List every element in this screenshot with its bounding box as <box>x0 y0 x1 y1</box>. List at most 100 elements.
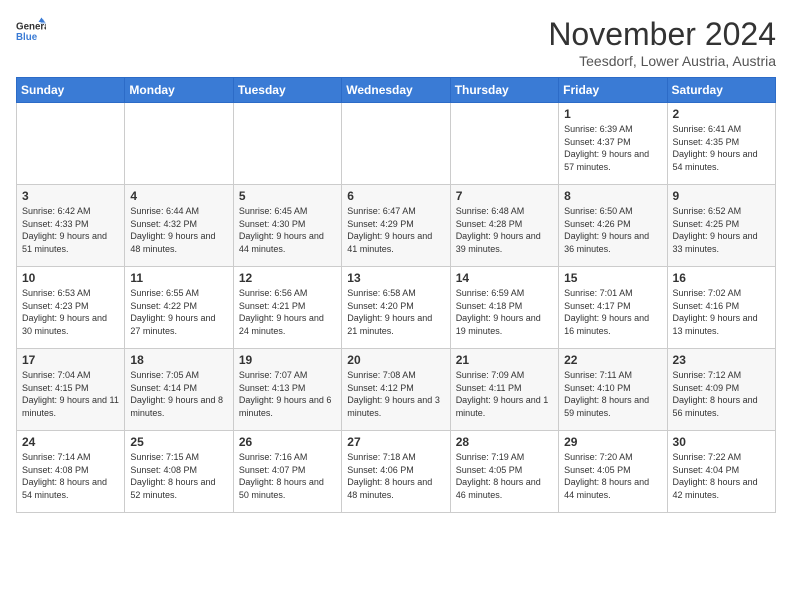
calendar-cell: 23 Sunrise: 7:12 AM Sunset: 4:09 PM Dayli… <box>667 349 775 431</box>
day-number: 20 <box>347 353 444 367</box>
calendar-cell: 20 Sunrise: 7:08 AM Sunset: 4:12 PM Dayli… <box>342 349 450 431</box>
day-info: Sunrise: 6:44 AM Sunset: 4:32 PM Dayligh… <box>130 205 227 255</box>
day-info: Sunrise: 6:56 AM Sunset: 4:21 PM Dayligh… <box>239 287 336 337</box>
weekday-header-tuesday: Tuesday <box>233 78 341 103</box>
day-info: Sunrise: 7:22 AM Sunset: 4:04 PM Dayligh… <box>673 451 770 501</box>
day-info: Sunrise: 6:59 AM Sunset: 4:18 PM Dayligh… <box>456 287 553 337</box>
day-info: Sunrise: 6:50 AM Sunset: 4:26 PM Dayligh… <box>564 205 661 255</box>
day-number: 4 <box>130 189 227 203</box>
calendar-cell: 10Sunrise: 6:53 AM Sunset: 4:23 PM Dayli… <box>17 267 125 349</box>
day-number: 19 <box>239 353 336 367</box>
calendar-cell: 24 Sunrise: 7:14 AM Sunset: 4:08 PM Dayli… <box>17 431 125 513</box>
calendar-cell: 16 Sunrise: 7:02 AM Sunset: 4:16 PM Dayli… <box>667 267 775 349</box>
calendar-cell: 22 Sunrise: 7:11 AM Sunset: 4:10 PM Dayli… <box>559 349 667 431</box>
day-number: 5 <box>239 189 336 203</box>
weekday-header-thursday: Thursday <box>450 78 558 103</box>
svg-text:Blue: Blue <box>16 32 38 43</box>
day-number: 25 <box>130 435 227 449</box>
weekday-header-wednesday: Wednesday <box>342 78 450 103</box>
calendar-cell: 7Sunrise: 6:48 AM Sunset: 4:28 PM Daylig… <box>450 185 558 267</box>
week-row-3: 10Sunrise: 6:53 AM Sunset: 4:23 PM Dayli… <box>17 267 776 349</box>
day-info: Sunrise: 6:58 AM Sunset: 4:20 PM Dayligh… <box>347 287 444 337</box>
day-number: 18 <box>130 353 227 367</box>
weekday-header-row: SundayMondayTuesdayWednesdayThursdayFrid… <box>17 78 776 103</box>
day-number: 10 <box>22 271 119 285</box>
calendar-cell: 27 Sunrise: 7:18 AM Sunset: 4:06 PM Dayli… <box>342 431 450 513</box>
calendar-cell: 6Sunrise: 6:47 AM Sunset: 4:29 PM Daylig… <box>342 185 450 267</box>
day-number: 30 <box>673 435 770 449</box>
day-info: Sunrise: 7:07 AM Sunset: 4:13 PM Dayligh… <box>239 369 336 419</box>
day-info: Sunrise: 7:19 AM Sunset: 4:05 PM Dayligh… <box>456 451 553 501</box>
day-info: Sunrise: 6:42 AM Sunset: 4:33 PM Dayligh… <box>22 205 119 255</box>
calendar-cell: 5Sunrise: 6:45 AM Sunset: 4:30 PM Daylig… <box>233 185 341 267</box>
day-info: Sunrise: 7:08 AM Sunset: 4:12 PM Dayligh… <box>347 369 444 419</box>
day-number: 16 <box>673 271 770 285</box>
calendar-cell: 18 Sunrise: 7:05 AM Sunset: 4:14 PM Dayli… <box>125 349 233 431</box>
week-row-1: 1 Sunrise: 6:39 AM Sunset: 4:37 PM Daylig… <box>17 103 776 185</box>
calendar-cell <box>342 103 450 185</box>
weekday-header-sunday: Sunday <box>17 78 125 103</box>
calendar-cell <box>450 103 558 185</box>
day-number: 28 <box>456 435 553 449</box>
title-block: November 2024 Teesdorf, Lower Austria, A… <box>548 16 776 69</box>
calendar-cell: 11 Sunrise: 6:55 AM Sunset: 4:22 PM Dayli… <box>125 267 233 349</box>
day-info: Sunrise: 7:11 AM Sunset: 4:10 PM Dayligh… <box>564 369 661 419</box>
day-number: 11 <box>130 271 227 285</box>
day-info: Sunrise: 7:12 AM Sunset: 4:09 PM Dayligh… <box>673 369 770 419</box>
calendar-cell: 30 Sunrise: 7:22 AM Sunset: 4:04 PM Dayli… <box>667 431 775 513</box>
day-number: 27 <box>347 435 444 449</box>
day-info: Sunrise: 6:52 AM Sunset: 4:25 PM Dayligh… <box>673 205 770 255</box>
location: Teesdorf, Lower Austria, Austria <box>548 53 776 69</box>
day-number: 1 <box>564 107 661 121</box>
day-number: 17 <box>22 353 119 367</box>
calendar-cell: 14 Sunrise: 6:59 AM Sunset: 4:18 PM Dayli… <box>450 267 558 349</box>
month-title: November 2024 <box>548 16 776 53</box>
day-info: Sunrise: 7:14 AM Sunset: 4:08 PM Dayligh… <box>22 451 119 501</box>
calendar-cell: 21Sunrise: 7:09 AM Sunset: 4:11 PM Dayli… <box>450 349 558 431</box>
calendar-cell: 28 Sunrise: 7:19 AM Sunset: 4:05 PM Dayli… <box>450 431 558 513</box>
day-info: Sunrise: 7:18 AM Sunset: 4:06 PM Dayligh… <box>347 451 444 501</box>
day-number: 14 <box>456 271 553 285</box>
calendar-cell: 25 Sunrise: 7:15 AM Sunset: 4:08 PM Dayli… <box>125 431 233 513</box>
calendar-cell: 13Sunrise: 6:58 AM Sunset: 4:20 PM Dayli… <box>342 267 450 349</box>
weekday-header-monday: Monday <box>125 78 233 103</box>
day-info: Sunrise: 6:39 AM Sunset: 4:37 PM Dayligh… <box>564 123 661 173</box>
calendar-cell: 4 Sunrise: 6:44 AM Sunset: 4:32 PM Daylig… <box>125 185 233 267</box>
day-info: Sunrise: 7:16 AM Sunset: 4:07 PM Dayligh… <box>239 451 336 501</box>
day-info: Sunrise: 7:15 AM Sunset: 4:08 PM Dayligh… <box>130 451 227 501</box>
day-info: Sunrise: 6:48 AM Sunset: 4:28 PM Dayligh… <box>456 205 553 255</box>
day-info: Sunrise: 7:02 AM Sunset: 4:16 PM Dayligh… <box>673 287 770 337</box>
calendar-cell: 12 Sunrise: 6:56 AM Sunset: 4:21 PM Dayli… <box>233 267 341 349</box>
calendar-cell <box>125 103 233 185</box>
calendar-cell: 26Sunrise: 7:16 AM Sunset: 4:07 PM Dayli… <box>233 431 341 513</box>
week-row-5: 24 Sunrise: 7:14 AM Sunset: 4:08 PM Dayli… <box>17 431 776 513</box>
day-number: 12 <box>239 271 336 285</box>
day-number: 2 <box>673 107 770 121</box>
calendar-cell: 17Sunrise: 7:04 AM Sunset: 4:15 PM Dayli… <box>17 349 125 431</box>
weekday-header-friday: Friday <box>559 78 667 103</box>
day-info: Sunrise: 7:01 AM Sunset: 4:17 PM Dayligh… <box>564 287 661 337</box>
day-info: Sunrise: 6:47 AM Sunset: 4:29 PM Dayligh… <box>347 205 444 255</box>
calendar-cell: 29Sunrise: 7:20 AM Sunset: 4:05 PM Dayli… <box>559 431 667 513</box>
calendar-cell: 2Sunrise: 6:41 AM Sunset: 4:35 PM Daylig… <box>667 103 775 185</box>
calendar-table: SundayMondayTuesdayWednesdayThursdayFrid… <box>16 77 776 513</box>
weekday-header-saturday: Saturday <box>667 78 775 103</box>
calendar-cell: 15Sunrise: 7:01 AM Sunset: 4:17 PM Dayli… <box>559 267 667 349</box>
calendar-cell: 1 Sunrise: 6:39 AM Sunset: 4:37 PM Daylig… <box>559 103 667 185</box>
logo: General Blue <box>16 16 46 46</box>
header: General Blue November 2024 Teesdorf, Low… <box>16 16 776 69</box>
week-row-4: 17Sunrise: 7:04 AM Sunset: 4:15 PM Dayli… <box>17 349 776 431</box>
calendar-cell <box>17 103 125 185</box>
day-number: 21 <box>456 353 553 367</box>
day-info: Sunrise: 7:05 AM Sunset: 4:14 PM Dayligh… <box>130 369 227 419</box>
calendar-cell: 19 Sunrise: 7:07 AM Sunset: 4:13 PM Dayli… <box>233 349 341 431</box>
calendar-cell: 9Sunrise: 6:52 AM Sunset: 4:25 PM Daylig… <box>667 185 775 267</box>
day-number: 23 <box>673 353 770 367</box>
day-info: Sunrise: 7:20 AM Sunset: 4:05 PM Dayligh… <box>564 451 661 501</box>
day-number: 22 <box>564 353 661 367</box>
day-number: 3 <box>22 189 119 203</box>
page-container: General Blue November 2024 Teesdorf, Low… <box>0 0 792 521</box>
day-number: 24 <box>22 435 119 449</box>
calendar-cell: 8Sunrise: 6:50 AM Sunset: 4:26 PM Daylig… <box>559 185 667 267</box>
day-info: Sunrise: 6:55 AM Sunset: 4:22 PM Dayligh… <box>130 287 227 337</box>
